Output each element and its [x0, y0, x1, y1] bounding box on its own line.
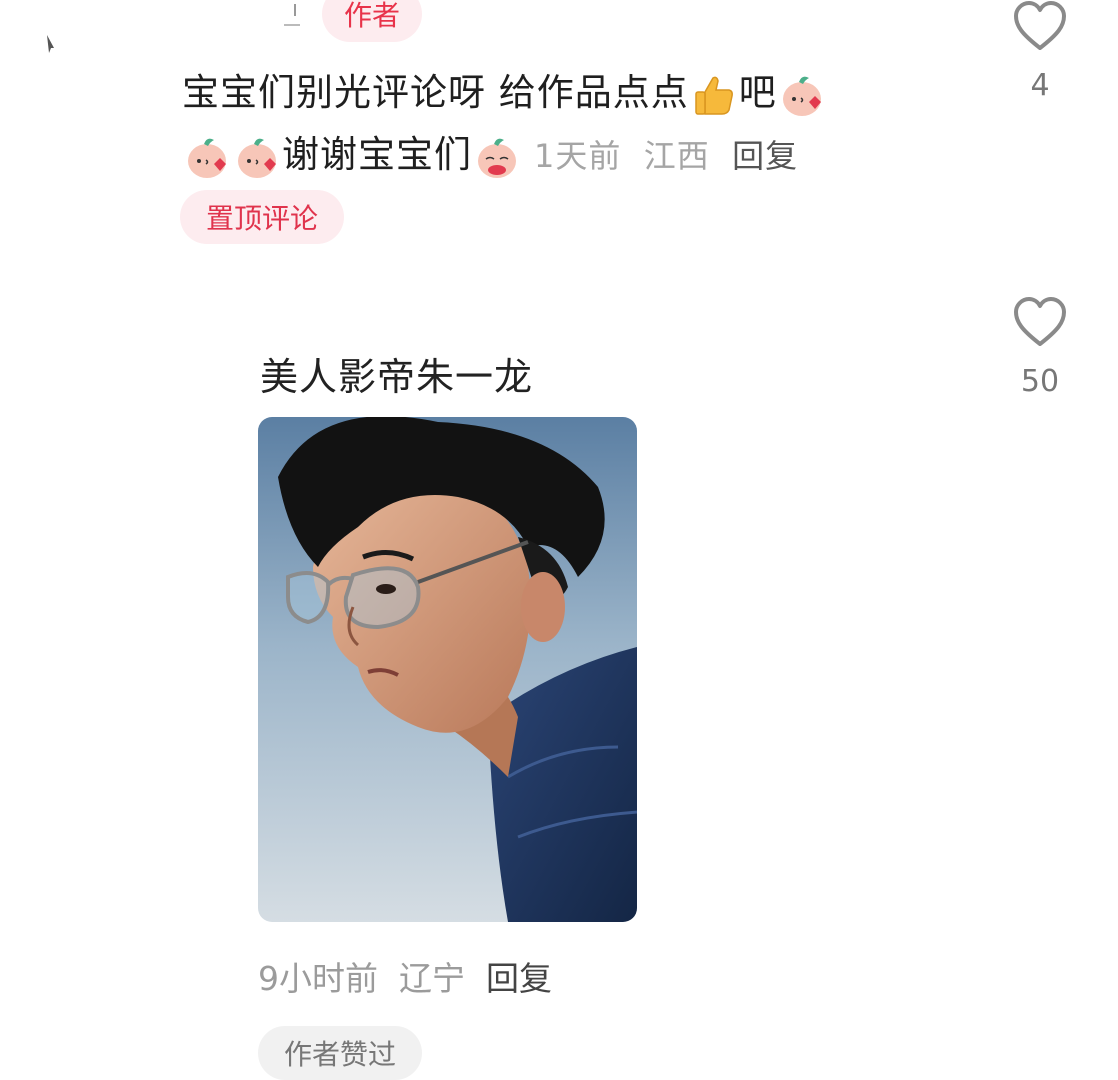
comment-1-text-line1-end: 吧	[738, 71, 777, 114]
author-liked-badge: 作者赞过	[258, 1026, 422, 1080]
peach-kiss-sticker-icon	[238, 138, 276, 178]
comment-2-meta: 9小时前 辽宁 回复	[258, 952, 552, 1000]
peach-kiss-sticker-icon	[782, 76, 821, 116]
thumbs-up-icon	[695, 76, 733, 115]
comment-1-reply-button[interactable]: 回复	[732, 137, 798, 175]
comment-1-location: 江西	[643, 137, 710, 175]
portrait-photo	[258, 417, 637, 922]
heart-outline-icon[interactable]	[1012, 0, 1068, 52]
peach-shy-sticker-icon	[478, 138, 516, 178]
comment-2-like[interactable]: 50	[1005, 296, 1075, 399]
comment-2-username[interactable]: 美人影帝朱一龙	[260, 346, 533, 401]
comment-2-reply-button[interactable]: 回复	[486, 959, 552, 998]
comment-1-like[interactable]: 4	[1005, 0, 1075, 103]
pinned-comment-badge: 置顶评论	[180, 190, 344, 244]
heart-outline-icon[interactable]	[1012, 296, 1068, 348]
comment-2-time: 9小时前	[258, 959, 378, 998]
comment-1-time: 1天前	[534, 137, 622, 175]
comment-1-like-count: 4	[1030, 68, 1050, 103]
cursor-mark	[47, 35, 54, 53]
comment-1-text-line2: 谢谢宝宝们	[282, 133, 472, 176]
comment-1-meta: 1天前 江西 回复	[534, 137, 798, 175]
comment-2-like-count: 50	[1020, 364, 1060, 399]
comment-1-text-line1: 宝宝们别光评论呀 给作品点点	[182, 71, 689, 114]
peach-kiss-sticker-icon	[188, 138, 226, 178]
comment-2-location: 辽宁	[398, 959, 465, 998]
comment-1-text: 宝宝们别光评论呀 给作品点点 吧 谢谢宝宝们 1天前 江西 回复	[182, 62, 942, 187]
author-tag: 作者	[322, 0, 422, 42]
comment-image[interactable]	[258, 417, 637, 922]
caret-mark	[284, 0, 300, 30]
